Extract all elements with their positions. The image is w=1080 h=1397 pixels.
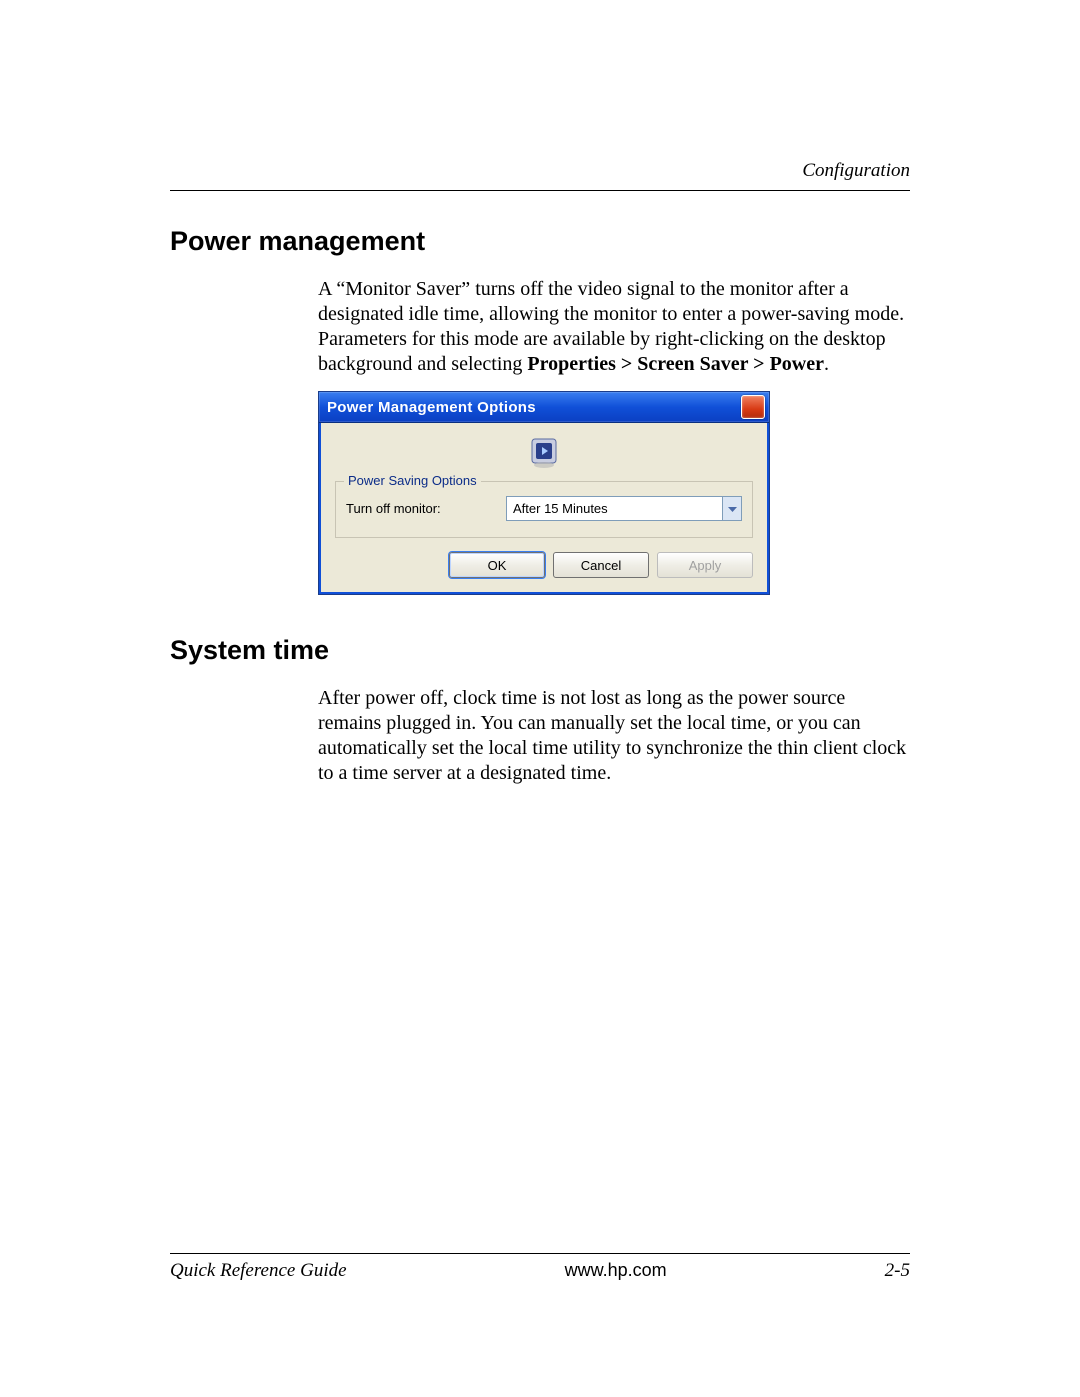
apply-button: Apply [657,552,753,578]
dialog-titlebar[interactable]: Power Management Options [319,392,769,423]
paragraph-system-time: After power off, clock time is not lost … [318,686,910,786]
combo-dropdown-button[interactable] [722,497,741,520]
footer-right: 2-5 [885,1260,910,1282]
footer-center: www.hp.com [565,1260,667,1282]
chevron-down-icon [728,501,737,516]
chapter-header: Configuration [170,160,910,191]
groupbox-legend: Power Saving Options [344,473,481,488]
power-management-dialog: Power Management Options [318,391,770,595]
ok-button[interactable]: OK [449,552,545,578]
dialog-icon-row [335,433,753,469]
page-footer: Quick Reference Guide www.hp.com 2-5 [170,1253,910,1282]
dialog-button-row: OK Cancel Apply [335,552,753,578]
close-button[interactable] [741,395,765,419]
heading-power-management: Power management [170,226,910,257]
power-saving-groupbox: Power Saving Options Turn off monitor: A… [335,481,753,538]
heading-system-time: System time [170,635,910,666]
paragraph-power-management: A “Monitor Saver” turns off the video si… [318,277,910,377]
dialog-body: Power Saving Options Turn off monitor: A… [319,423,769,594]
turn-off-monitor-label: Turn off monitor: [346,501,506,516]
power-management-icon [526,433,562,469]
para-text-end: . [824,353,829,375]
turn-off-monitor-combo[interactable]: After 15 Minutes [506,496,742,521]
para-text-bold: Properties > Screen Saver > Power [527,353,824,375]
combo-value: After 15 Minutes [507,497,722,520]
turn-off-monitor-row: Turn off monitor: After 15 Minutes [346,496,742,521]
footer-left: Quick Reference Guide [170,1260,347,1282]
dialog-title: Power Management Options [327,399,741,416]
cancel-button[interactable]: Cancel [553,552,649,578]
